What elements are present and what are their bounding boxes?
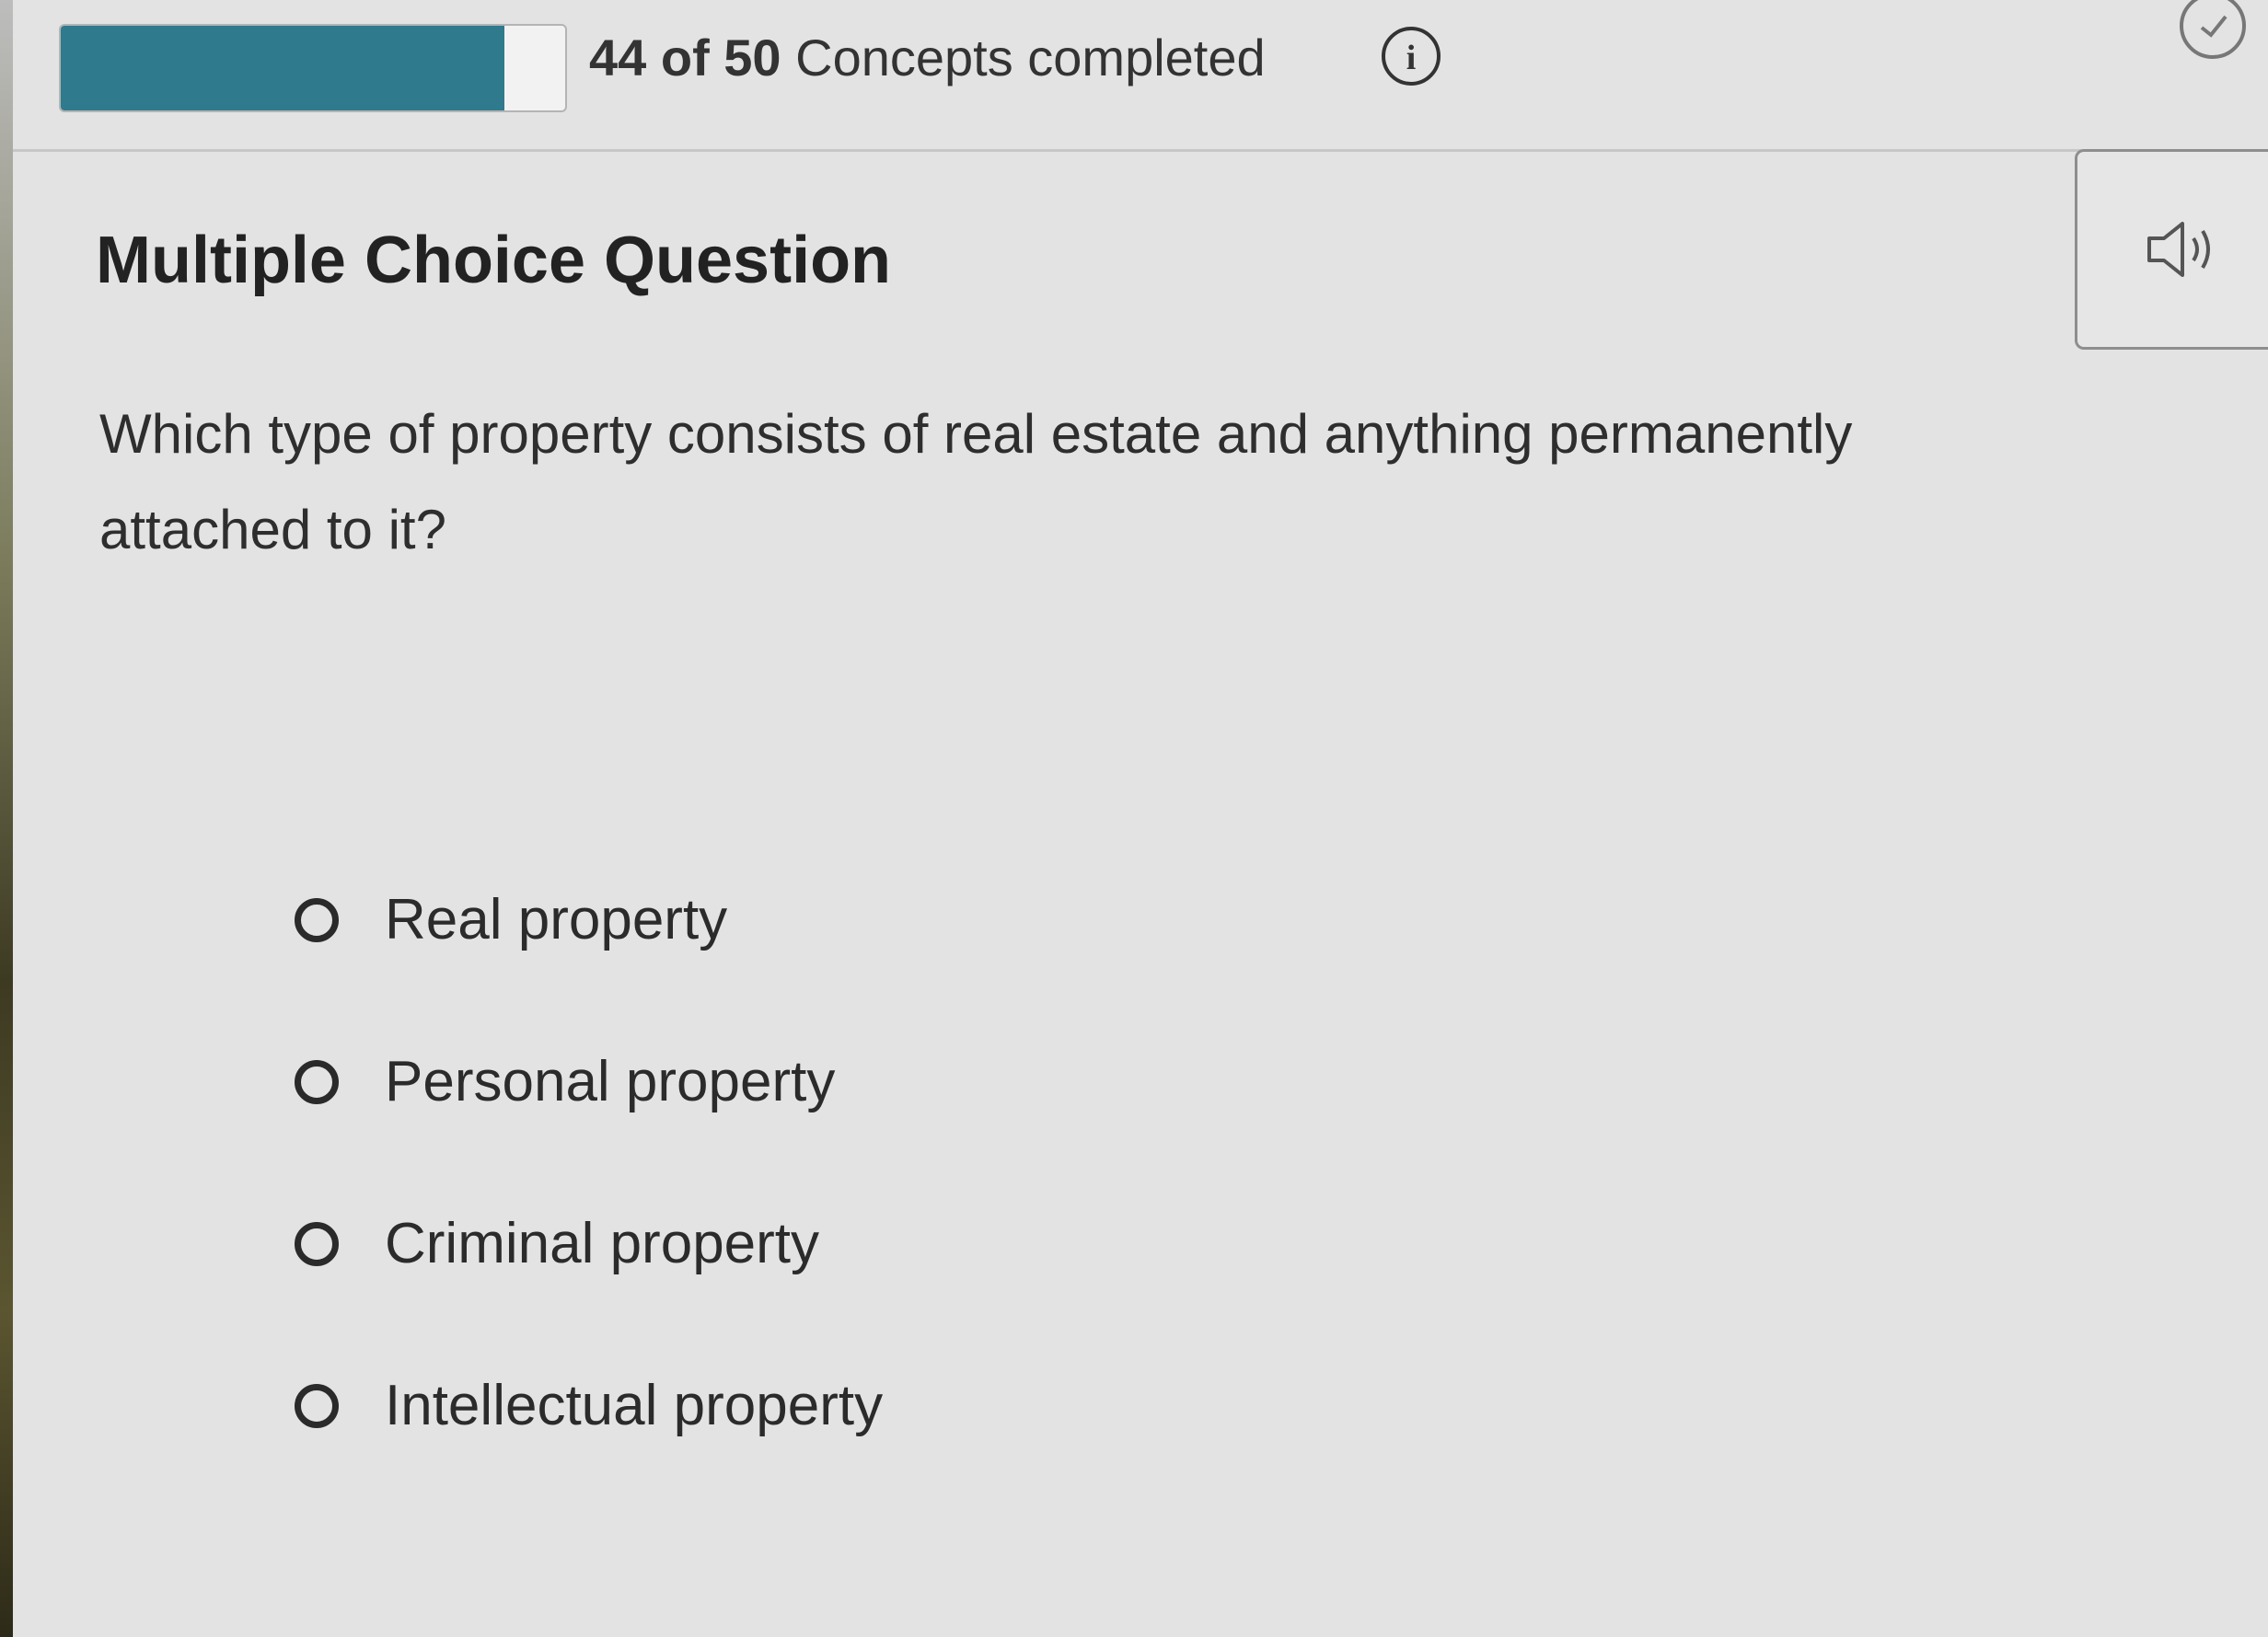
info-icon[interactable]: i <box>1379 24 1443 88</box>
question-prompt: Which type of property consists of real … <box>99 403 1853 560</box>
progress-text: 44 of 50 Concepts completed <box>589 26 1266 90</box>
speaker-icon <box>2147 222 2210 277</box>
option-label: Real property <box>385 888 728 951</box>
progress-bar-fill <box>61 26 505 110</box>
progress-bar <box>59 24 567 112</box>
option-label: Intellectual property <box>385 1374 884 1437</box>
check-circle-icon[interactable] <box>2174 0 2248 64</box>
progress-of: of <box>660 29 710 86</box>
option-label: Personal property <box>385 1050 836 1113</box>
header-divider <box>13 149 2268 152</box>
progress-completed: 44 <box>589 29 647 86</box>
read-aloud-button[interactable] <box>2075 149 2268 350</box>
question-title: Multiple Choice Question <box>96 224 892 297</box>
svg-text:i: i <box>1406 39 1417 77</box>
radio-button[interactable] <box>295 898 339 942</box>
option-criminal-property[interactable]: Criminal property <box>295 1198 883 1290</box>
radio-button[interactable] <box>295 1384 339 1428</box>
progress-suffix: Concepts completed <box>795 29 1266 86</box>
option-personal-property[interactable]: Personal property <box>295 1036 883 1128</box>
radio-button[interactable] <box>295 1060 339 1104</box>
option-label: Criminal property <box>385 1212 820 1275</box>
radio-button[interactable] <box>295 1222 339 1266</box>
option-real-property[interactable]: Real property <box>295 874 883 966</box>
answer-options: Real property Personal property Criminal… <box>295 874 883 1522</box>
progress-total: 50 <box>723 29 781 86</box>
option-intellectual-property[interactable]: Intellectual property <box>295 1360 883 1452</box>
